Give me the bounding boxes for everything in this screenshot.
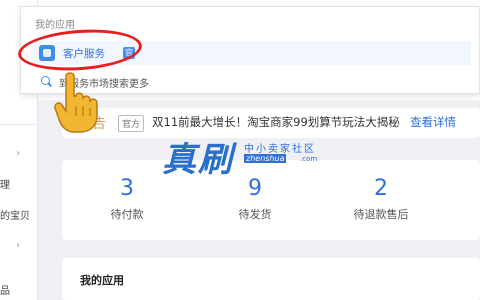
sidebar-item-label[interactable]: 的宝贝 [0,207,30,222]
stat-label: 待付款 [110,208,144,221]
watermark-domain: zhenshua [244,154,287,163]
sidebar-item-label[interactable]: 品 [0,282,10,297]
stat-value: 2 [374,176,388,201]
announcement-bar: 告 官方 双11前最大增长！淘宝商家99划算节玩法大揭秘 查看详情 [62,108,480,138]
sidebar-divider [0,124,38,125]
watermark-tld: .com [300,155,318,163]
view-details-link[interactable]: 查看详情 [410,114,456,130]
stat-label: 待发货 [238,208,272,221]
my-apps-title: 我的应用 [80,274,124,287]
announcement-text[interactable]: 双11前最大增长！淘宝商家99划算节玩法大揭秘 [152,114,400,130]
watermark-logo: 真刷 [162,140,234,180]
search-icon [41,76,50,85]
dropdown-section-title: 我的应用 [35,20,75,31]
stat-label: 待退款售后 [353,208,409,221]
my-apps-card: 我的应用 [62,258,480,300]
sidebar-item-label[interactable]: 理 [0,176,10,191]
chevron-right-icon[interactable]: › [16,240,20,251]
stat-pending-payment[interactable]: 3 待付款 [72,176,182,222]
chevron-right-icon[interactable]: › [16,148,20,159]
watermark-subtitle: 中小卖家社区 [244,144,316,155]
official-tag: 官方 [118,115,145,132]
hand-pointer-icon [54,72,98,133]
stat-pending-shipment[interactable]: 9 待发货 [200,176,310,222]
stat-pending-refund[interactable]: 2 待退款售后 [326,176,436,222]
order-stats-card: 3 待付款 9 待发货 2 待退款售后 [62,160,480,240]
